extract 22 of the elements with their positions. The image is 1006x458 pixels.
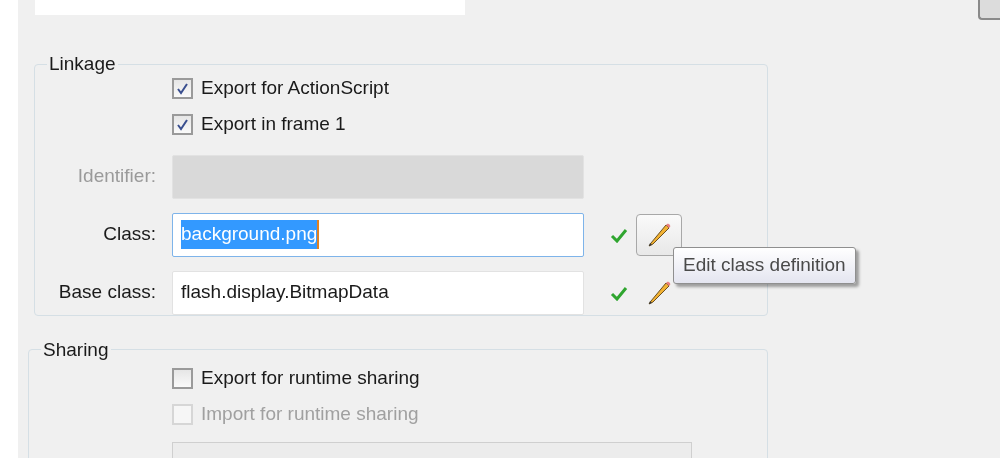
checkbox-label: Import for runtime sharing bbox=[201, 401, 419, 426]
corner-button[interactable] bbox=[978, 0, 1000, 20]
checkbox[interactable] bbox=[172, 78, 193, 99]
group-title: Sharing bbox=[42, 337, 110, 362]
text-field[interactable] bbox=[172, 442, 692, 458]
field-label: Base class: bbox=[57, 280, 156, 305]
checkbox-label: Export in frame 1 bbox=[201, 112, 346, 137]
pencil-icon bbox=[646, 221, 672, 248]
checkmark-icon bbox=[176, 118, 189, 131]
text-field[interactable]: flash.display.BitmapData bbox=[172, 270, 584, 315]
checkbox[interactable] bbox=[172, 114, 193, 135]
field-label: Class: bbox=[102, 222, 156, 247]
edit-button[interactable] bbox=[636, 213, 682, 256]
group-title: Linkage bbox=[48, 52, 117, 76]
field-label: Identifier: bbox=[76, 164, 156, 189]
pencil-icon bbox=[646, 279, 672, 306]
checkmark-icon bbox=[176, 82, 189, 95]
field-value: background.png bbox=[181, 220, 320, 249]
checkbox[interactable] bbox=[172, 367, 193, 389]
tooltip: Edit class definition bbox=[673, 247, 856, 284]
checkbox-label: Export for runtime sharing bbox=[201, 365, 420, 390]
checkbox-label: Export for ActionScript bbox=[201, 76, 389, 101]
